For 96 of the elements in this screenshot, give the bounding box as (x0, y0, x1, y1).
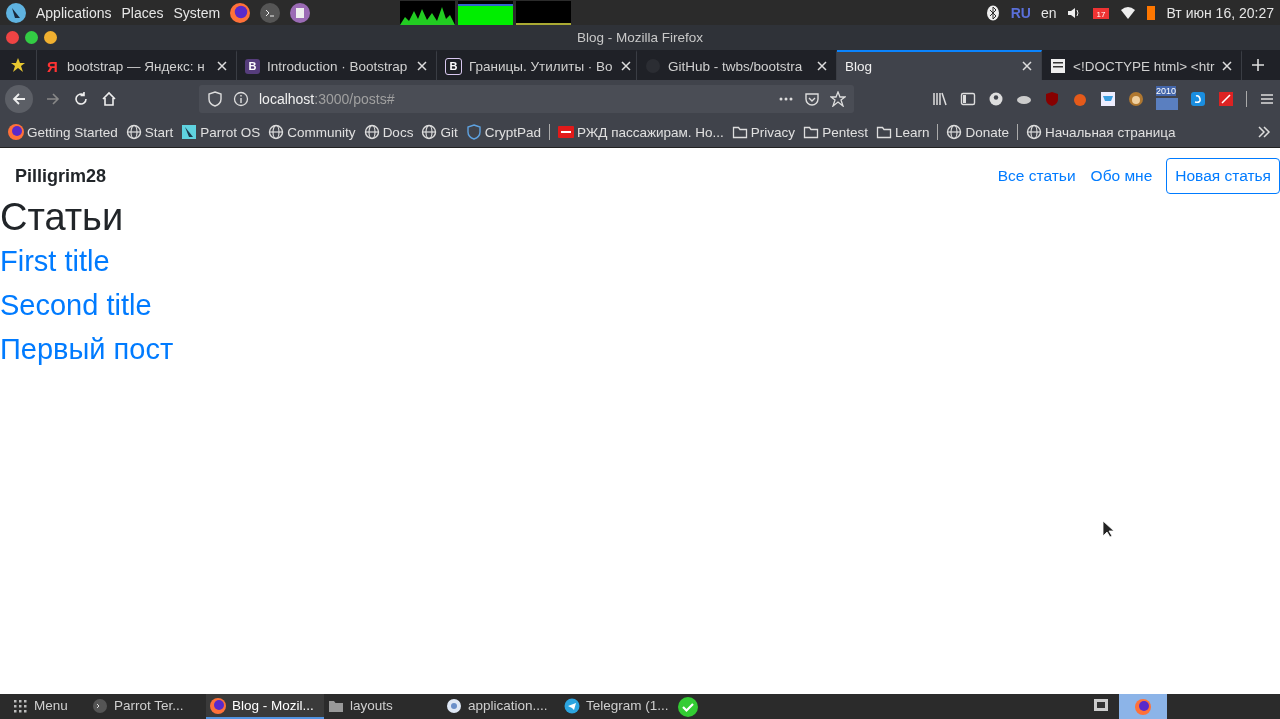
app-icon (446, 697, 462, 714)
browser-tab[interactable]: Blog (837, 50, 1042, 80)
extension-icon[interactable] (1190, 90, 1206, 107)
star-outline-icon[interactable] (830, 90, 846, 107)
folder-icon (875, 124, 892, 140)
folder-icon (731, 124, 748, 140)
taskbar-item[interactable]: Telegram (1... (560, 694, 678, 719)
back-arrow-icon (11, 90, 27, 107)
workspace-icon[interactable] (1093, 697, 1109, 713)
bookmark[interactable]: Privacy (731, 124, 796, 140)
page-heading: Статьи (0, 197, 125, 239)
taskbar-item[interactable]: Parrot Ter... (88, 694, 206, 719)
chevron-icon[interactable] (1256, 124, 1272, 140)
close-icon[interactable] (216, 60, 228, 72)
panel-menu[interactable]: System (173, 4, 221, 21)
notification-count: 17 (1096, 9, 1106, 19)
text-editor-icon[interactable] (290, 2, 311, 23)
site-logo-icon: B (245, 58, 260, 74)
home-icon[interactable] (101, 90, 117, 107)
close-icon[interactable] (416, 60, 428, 72)
firefox-launcher-icon (230, 2, 251, 23)
check-icon (678, 696, 698, 717)
taskbar-item[interactable]: Blog - Mozil... (206, 694, 324, 719)
address-bar[interactable]: localhost:3000/posts# (199, 84, 854, 113)
url-text: localhost:3000/posts# (259, 90, 395, 107)
rzd-logo-icon (557, 124, 574, 140)
document-icon (1050, 58, 1066, 74)
globe-icon (946, 124, 963, 140)
clock[interactable]: Вт июн 16, 20:27 (1166, 4, 1274, 21)
reload-icon[interactable] (73, 90, 89, 107)
terminal-launcher-icon[interactable] (260, 2, 281, 23)
close-window-button[interactable] (6, 31, 19, 44)
shield-icon (465, 124, 482, 140)
wifi-icon[interactable] (1120, 4, 1137, 21)
telegram-icon (564, 697, 580, 714)
panel-menu[interactable]: Applications (36, 4, 112, 21)
account-icon[interactable] (988, 90, 1004, 107)
bookmark[interactable]: Pentest (803, 124, 868, 140)
taskbar-menu-button[interactable]: Menu (8, 694, 88, 719)
forward-arrow-icon[interactable] (45, 90, 61, 107)
info-icon (233, 90, 249, 107)
bookmark[interactable]: Git (421, 124, 458, 140)
post-link[interactable]: Second title (0, 282, 152, 327)
bookmark[interactable]: Docs (363, 124, 414, 140)
plus-icon[interactable] (1250, 57, 1266, 73)
post-link[interactable]: Первый пост (0, 326, 174, 371)
firefox-icon (1135, 698, 1151, 715)
language-label[interactable]: en (1040, 4, 1057, 21)
shield-icon (207, 90, 223, 107)
nav-link[interactable]: Обо мне (1090, 167, 1153, 185)
extension-icon[interactable] (1218, 90, 1234, 107)
bookmark[interactable]: Getting Started (8, 124, 118, 140)
library-icon[interactable] (932, 90, 948, 107)
grid-icon (12, 697, 28, 714)
bookmark[interactable]: CryptPad (465, 124, 541, 140)
bookmark[interactable]: Learn (875, 124, 930, 140)
site-logo-icon: Я (45, 58, 60, 74)
post-link[interactable]: First title (0, 238, 110, 283)
globe-icon (363, 124, 380, 140)
mouse-pointer-icon (1102, 520, 1114, 538)
extension-badge: 2010 (1156, 85, 1177, 96)
back-button[interactable] (5, 84, 33, 113)
bookmark[interactable]: Start (125, 124, 174, 140)
site-logo-icon: B (445, 57, 462, 75)
maximize-window-button[interactable] (25, 31, 38, 44)
new-article-button[interactable]: Новая статья (1166, 158, 1280, 194)
nav-link[interactable]: Все статьи (997, 167, 1076, 185)
sidebar-icon[interactable] (960, 90, 976, 107)
close-icon[interactable] (1021, 60, 1033, 72)
close-icon[interactable] (816, 60, 828, 72)
site-brand[interactable]: Pilligrim28 (15, 165, 107, 187)
globe-icon (421, 124, 438, 140)
folder-icon (803, 124, 820, 140)
battery-icon[interactable] (1146, 4, 1157, 21)
star-icon[interactable] (10, 57, 26, 73)
globe-icon (268, 124, 285, 140)
taskbar-item[interactable]: application.... (442, 694, 560, 719)
bookmark[interactable]: Начальная страница (1026, 124, 1176, 140)
panel-menu[interactable]: Places (121, 4, 164, 21)
bookmark[interactable]: РЖД пассажирам. Но... (557, 124, 724, 140)
workspace-switcher[interactable] (1119, 694, 1167, 719)
firefox-icon (210, 697, 226, 714)
close-icon[interactable] (619, 60, 632, 72)
bluetooth-icon (984, 4, 1001, 21)
bookmark[interactable]: Parrot OS (181, 124, 261, 140)
globe-icon (1026, 124, 1042, 140)
terminal-icon (92, 697, 108, 714)
bookmark[interactable]: Donate (946, 124, 1009, 140)
globe-icon (125, 124, 142, 140)
pocket-icon[interactable] (804, 90, 820, 107)
bookmark[interactable]: Community (268, 124, 356, 140)
minimize-window-button[interactable] (44, 31, 57, 44)
window-title: Blog - Mozilla Firefox (575, 30, 704, 45)
close-icon[interactable] (1221, 60, 1234, 72)
taskbar-item[interactable]: layouts (324, 694, 442, 719)
firefox-icon (8, 124, 24, 140)
